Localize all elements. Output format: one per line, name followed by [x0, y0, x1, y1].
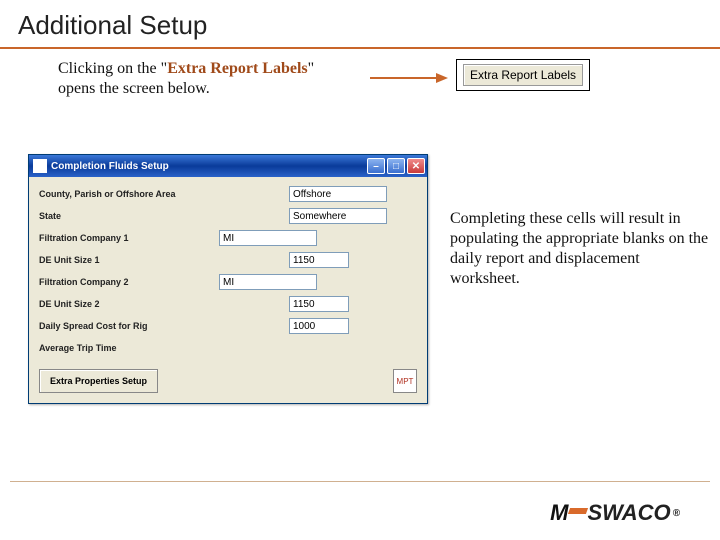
slide-title-bar: Additional Setup [0, 0, 720, 49]
field-label: DE Unit Size 2 [39, 299, 219, 309]
field-spread-cost: Daily Spread Cost for Rig 1000 [39, 315, 417, 337]
field-county: County, Parish or Offshore Area Offshore [39, 183, 417, 205]
close-button[interactable]: ✕ [407, 158, 425, 174]
field-filtration2: Filtration Company 2 MI [39, 271, 417, 293]
window-bottom-row: Extra Properties Setup MPT [39, 369, 417, 393]
maximize-button[interactable]: □ [387, 158, 405, 174]
field-label: Average Trip Time [39, 343, 219, 353]
field-de-size2: DE Unit Size 2 1150 [39, 293, 417, 315]
page-title: Additional Setup [18, 10, 207, 40]
field-filtration1: Filtration Company 1 MI [39, 227, 417, 249]
arrow-right-icon [370, 71, 448, 85]
county-input[interactable]: Offshore [289, 186, 387, 202]
intro-before: Clicking on the " [58, 60, 167, 77]
miswaco-logo: M SWACO® [550, 500, 680, 526]
window-app-icon [33, 159, 47, 173]
extra-properties-setup-button[interactable]: Extra Properties Setup [39, 369, 158, 393]
main-area: Completion Fluids Setup – □ ✕ County, Pa… [0, 149, 720, 449]
spread-input[interactable]: 1000 [289, 318, 349, 334]
field-label: Filtration Company 1 [39, 233, 219, 243]
de1-input[interactable]: 1150 [289, 252, 349, 268]
window-title: Completion Fluids Setup [51, 161, 365, 172]
logo-text-swaco: SWACO [588, 500, 671, 526]
logo-tm: ® [673, 508, 680, 519]
field-state: State Somewhere [39, 205, 417, 227]
de2-input[interactable]: 1150 [289, 296, 349, 312]
field-label: Filtration Company 2 [39, 277, 219, 287]
logo-dash-icon [567, 508, 587, 514]
right-explanation-text: Completing these cells will result in po… [450, 209, 710, 289]
mpt-icon[interactable]: MPT [393, 369, 417, 393]
upper-area: Clicking on the "Extra Report Labels" op… [0, 49, 720, 149]
completion-fluids-setup-window: Completion Fluids Setup – □ ✕ County, Pa… [28, 154, 428, 404]
field-trip-time: Average Trip Time [39, 337, 417, 359]
field-label: County, Parish or Offshore Area [39, 189, 219, 199]
filtration1-input[interactable]: MI [219, 230, 317, 246]
extra-report-labels-button[interactable]: Extra Report Labels [463, 64, 583, 86]
window-body: County, Parish or Offshore Area Offshore… [29, 177, 427, 403]
filtration2-input[interactable]: MI [219, 274, 317, 290]
minimize-button[interactable]: – [367, 158, 385, 174]
logo-text-m: M [550, 500, 568, 526]
window-titlebar: Completion Fluids Setup – □ ✕ [29, 155, 427, 177]
intro-text: Clicking on the "Extra Report Labels" op… [58, 59, 348, 99]
state-input[interactable]: Somewhere [289, 208, 387, 224]
field-label: Daily Spread Cost for Rig [39, 321, 219, 331]
field-de-size1: DE Unit Size 1 1150 [39, 249, 417, 271]
footer-divider [10, 481, 710, 482]
intro-highlight: Extra Report Labels [167, 60, 307, 77]
field-label: DE Unit Size 1 [39, 255, 219, 265]
field-label: State [39, 211, 219, 221]
extra-report-labels-callout: Extra Report Labels [456, 59, 590, 91]
